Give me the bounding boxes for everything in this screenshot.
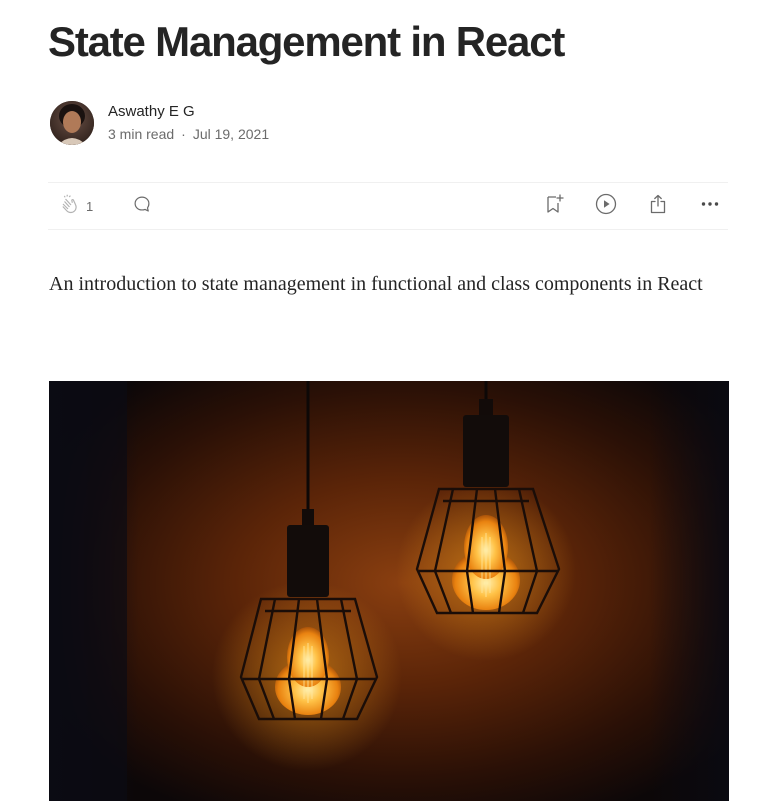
clap-button[interactable]: 1 <box>58 192 93 221</box>
read-time: 3 min read <box>108 126 175 142</box>
publish-date: Jul 19, 2021 <box>192 126 270 142</box>
share-icon <box>646 192 670 221</box>
clap-icon <box>58 192 82 221</box>
save-button[interactable] <box>542 192 566 221</box>
utility-actions <box>542 183 728 229</box>
response-icon <box>131 193 153 220</box>
article-subtitle: An introduction to state management in f… <box>49 273 703 295</box>
article-meta: 3 min read · Jul 19, 2021 <box>108 123 269 145</box>
engagement-actions: 1 <box>58 183 153 229</box>
clap-count: 1 <box>86 198 94 214</box>
article-title: State Management in React <box>48 18 565 65</box>
play-icon <box>594 192 618 221</box>
share-button[interactable] <box>646 194 670 218</box>
more-icon <box>698 192 722 221</box>
meta-separator: · <box>181 126 186 142</box>
author-name[interactable]: Aswathy E G <box>108 101 269 123</box>
author-byline: Aswathy E G 3 min read · Jul 19, 2021 <box>50 100 269 146</box>
article-action-bar: 1 <box>48 182 728 230</box>
bookmark-icon <box>542 192 566 221</box>
responses-button[interactable] <box>131 193 153 220</box>
more-options-button[interactable] <box>698 194 722 218</box>
author-meta: Aswathy E G 3 min read · Jul 19, 2021 <box>108 101 269 145</box>
listen-button[interactable] <box>594 192 618 221</box>
hero-image <box>49 381 729 801</box>
author-avatar[interactable] <box>50 101 94 145</box>
